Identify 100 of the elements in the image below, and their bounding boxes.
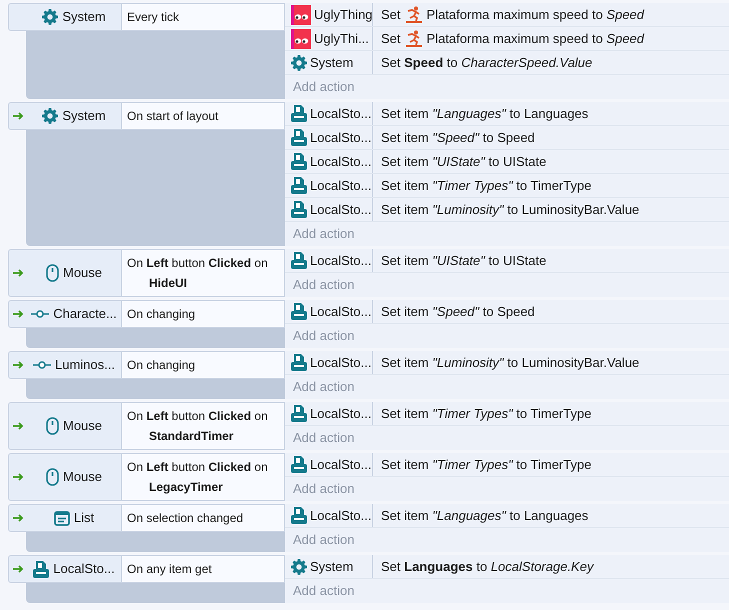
gear-icon [291,54,307,70]
runner-icon [404,6,423,23]
object-name: LocalSto... [310,404,372,423]
object-name: System [62,107,106,126]
object-name: Luminos... [55,356,115,374]
creature-icon [291,28,311,48]
object-name: LocalSto... [310,506,372,525]
object-name: LocalSto... [310,152,372,171]
disk-icon [291,129,307,146]
action-row[interactable]: LocalSto... Set item "UIState" to UIState [285,150,729,174]
action-row[interactable]: LocalSto... Set item "Languages" to Languages [285,102,729,126]
condition-row[interactable]: LocalSto... On any item get [8,555,285,583]
action-row[interactable]: LocalSto... Set item "Speed" to Speed [285,126,729,150]
condition-row[interactable]: System On start of layout [8,102,285,130]
action-text: Set item "Timer Types" to TimerType [381,456,592,474]
trigger-arrow-icon [12,514,24,522]
disk-icon [291,105,307,122]
disk-icon [291,201,307,218]
gear-icon [291,558,307,574]
condition-text: On Left button Clicked on HideUI [122,250,284,296]
condition-text: On selection changed [122,505,284,531]
disk-icon [291,456,307,473]
gear-icon [42,9,58,25]
condition-text: On Left button Clicked on StandardTimer [122,403,284,449]
trigger-arrow-icon [12,422,24,430]
object-name: LocalSto... [310,252,372,270]
action-row[interactable]: LocalSto... Set item "Luminosity" to LuminosityBar.Value [285,351,729,375]
action-verb: Set [381,6,401,24]
condition-row[interactable]: Mouse On Left button Clicked on LegacyTimer [8,453,285,501]
trigger-arrow-icon [12,269,24,277]
condition-text: On changing [122,301,284,327]
object-name: UglyThing [314,6,373,24]
action-text: Set item "Luminosity" to LuminosityBar.Value [381,200,640,219]
trigger-arrow-icon [12,112,24,120]
action-row[interactable]: LocalSto... Set item "UIState" to UIState [285,249,729,273]
action-text: Set item "Timer Types" to TimerType [381,404,592,423]
object-name: UglyThi... [314,30,369,48]
action-verb: Set [381,30,401,48]
action-row[interactable]: LocalSto... Set item "Speed" to Speed [285,300,729,324]
disk-icon [291,303,307,320]
action-row[interactable]: LocalSto... Set item "Languages" to Languages [285,504,729,528]
disk-icon [33,560,50,578]
action-text: Set item "Speed" to Speed [381,302,535,321]
condition-text: On any item get [122,556,284,582]
action-row[interactable]: UglyThi... Set Plataforma maximum speed to Speed [285,27,729,51]
list-icon [54,510,70,526]
condition-row[interactable]: System Every tick [8,3,285,31]
slider-icon [31,309,50,319]
object-name: Mouse [62,264,102,282]
object-name: System [62,8,106,26]
object-name: List [74,509,94,528]
condition-row[interactable]: Characte... On changing [8,300,285,328]
action-text: Plataforma maximum speed to Speed [426,6,644,24]
action-row[interactable]: System Set Speed to CharacterSpeed.Value [285,51,729,75]
trigger-arrow-icon [12,361,24,369]
action-row[interactable]: UglyThing Set Plataforma maximum speed to Speed [285,3,729,27]
disk-icon [291,252,307,269]
action-row[interactable]: LocalSto... Set item "Luminosity" to LuminosityBar.Value [285,198,729,222]
trigger-arrow-icon [12,565,24,573]
action-row[interactable]: LocalSto... Set item "Timer Types" to TimerType [285,453,729,477]
action-row[interactable]: LocalSto... Set item "Timer Types" to TimerType [285,174,729,198]
disk-icon [291,177,307,194]
action-text: Set item "Timer Types" to TimerType [381,176,592,195]
runner-icon [404,30,423,47]
condition-row[interactable]: Mouse On Left button Clicked on HideUI [8,249,285,297]
action-text: Set item "Luminosity" to LuminosityBar.Value [381,354,640,372]
trigger-arrow-icon [12,310,24,318]
object-name: System [310,54,354,72]
action-text: Set Languages to LocalStorage.Key [381,558,594,576]
disk-icon [291,354,307,371]
object-name: LocalSto... [310,176,372,195]
object-name: Mouse [62,417,102,436]
creature-icon [291,4,311,24]
slider-icon [33,360,51,370]
condition-row[interactable]: Mouse On Left button Clicked on StandardTimer [8,402,285,450]
condition-text: On changing [122,352,284,378]
condition-text: On start of layout [122,103,284,129]
object-name: LocalSto... [310,354,372,372]
object-name: LocalSto... [310,104,372,123]
condition-row[interactable]: List On selection changed [8,504,285,532]
action-row[interactable]: System Set Languages to LocalStorage.Key [285,555,729,579]
object-name: Characte... [53,305,117,324]
trigger-arrow-icon [12,473,24,481]
action-text: Set item "Languages" to Languages [381,104,588,123]
mouse-icon [46,468,59,486]
object-name: LocalSto... [310,456,372,474]
condition-text: Every tick [122,4,284,30]
object-name: System [310,558,354,576]
action-text: Set Speed to CharacterSpeed.Value [381,54,592,72]
action-row[interactable]: LocalSto... Set item "Timer Types" to TimerType [285,402,729,426]
action-text: Set item "Speed" to Speed [381,128,535,147]
gear-icon [42,108,58,124]
disk-icon [291,153,307,170]
action-text: Set item "UIState" to UIState [381,252,546,270]
mouse-icon [46,417,59,435]
condition-text: On Left button Clicked on LegacyTimer [122,454,284,500]
object-name: LocalSto... [310,128,372,147]
disk-icon [291,405,307,422]
condition-row[interactable]: Luminos... On changing [8,351,285,379]
object-name: LocalSto... [53,560,115,578]
